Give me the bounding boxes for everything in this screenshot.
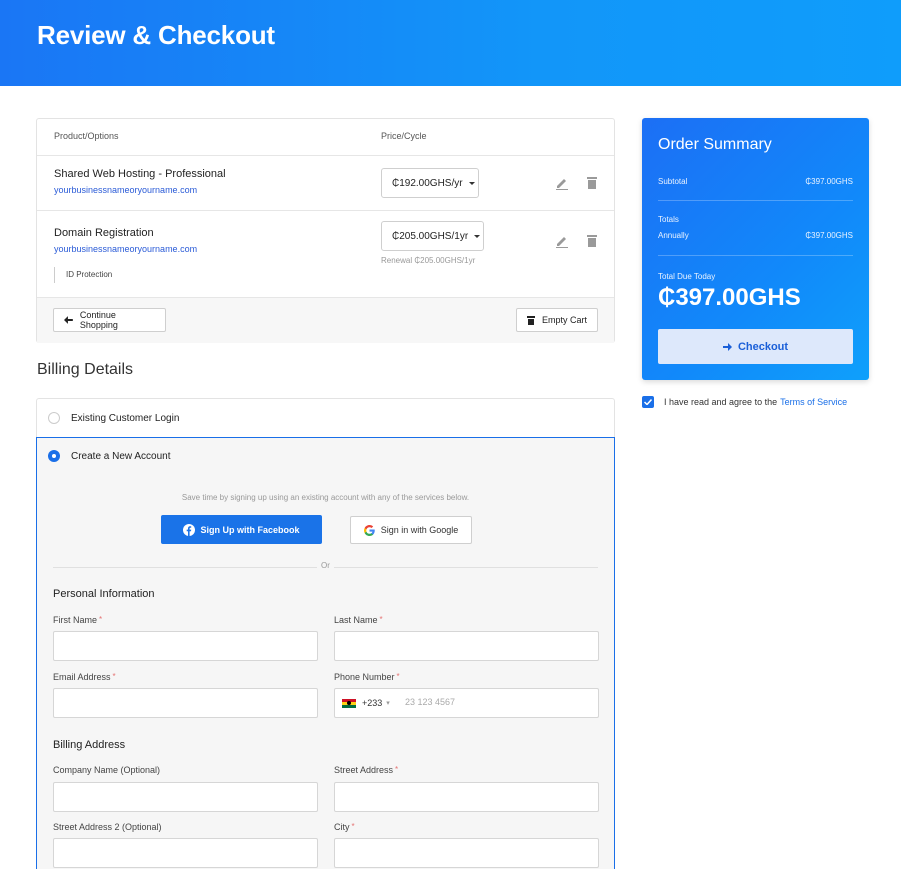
renewal-price: Renewal ₵205.00GHS/1yr <box>381 256 476 265</box>
product-domain: yourbusinessnameoryourname.com <box>54 185 198 195</box>
divider <box>658 255 853 256</box>
product-name: Shared Web Hosting - Professional <box>54 168 226 180</box>
terms-text: I have read and agree to the <box>664 397 778 407</box>
divider <box>37 155 614 156</box>
order-summary: Order Summary Subtotal ₵397.00GHS Totals… <box>642 118 869 380</box>
annually-value: ₵397.00GHS <box>805 231 853 240</box>
divider <box>37 210 614 211</box>
google-icon <box>363 524 375 536</box>
social-signup-hint: Save time by signing up using an existin… <box>181 493 470 502</box>
personal-information-title: Personal Information <box>53 588 155 600</box>
checkout-label: Checkout <box>737 340 789 353</box>
company-name-input[interactable] <box>53 782 318 812</box>
continue-shopping-label: Continue Shopping <box>79 310 118 330</box>
email-label: Email Address * <box>53 672 116 682</box>
addon-item: ID Protection <box>54 267 112 283</box>
first-name-input[interactable] <box>53 631 318 661</box>
empty-cart-button[interactable]: Empty Cart <box>516 308 598 332</box>
last-name-label: Last Name * <box>334 615 383 625</box>
country-code-select[interactable]: +233 ▾ <box>342 689 390 717</box>
country-code: +233 <box>362 698 383 708</box>
street-address-input[interactable] <box>334 782 599 812</box>
billing-cycle-value: ₵205.00GHS/1yr <box>392 230 469 242</box>
cart-footer: Continue Shopping Empty Cart <box>37 297 614 343</box>
column-header-price: Price/Cycle <box>381 131 427 141</box>
billing-cycle-select[interactable]: ₵205.00GHS/1yr <box>381 221 484 251</box>
google-signin-label: Sign in with Google <box>380 525 459 535</box>
existing-customer-label: Existing Customer Login <box>71 413 180 424</box>
facebook-signup-button[interactable]: Sign Up with Facebook <box>161 515 322 544</box>
city-label: City * <box>334 822 355 832</box>
checkout-button[interactable]: Checkout <box>658 329 853 364</box>
subtotal-label: Subtotal <box>658 177 688 186</box>
order-summary-title: Order Summary <box>658 136 772 153</box>
email-input[interactable] <box>53 688 318 718</box>
caret-down-icon <box>474 234 481 238</box>
last-name-input[interactable] <box>334 631 599 661</box>
street-address-2-input[interactable] <box>53 838 318 868</box>
facebook-icon <box>183 523 196 536</box>
street-address-label: Street Address * <box>334 765 399 775</box>
phone-label: Phone Number * <box>334 672 400 682</box>
new-account-radio[interactable] <box>48 450 60 462</box>
caret-down-icon: ▾ <box>386 700 390 707</box>
annually-label: Annually <box>658 231 689 240</box>
total-due-label: Total Due Today <box>658 272 716 281</box>
totals-label: Totals <box>658 215 679 224</box>
facebook-signup-label: Sign Up with Facebook <box>200 524 300 535</box>
continue-shopping-button[interactable]: Continue Shopping <box>53 308 166 332</box>
edit-icon[interactable] <box>555 234 569 248</box>
product-domain: yourbusinessnameoryourname.com <box>54 244 198 254</box>
existing-customer-option[interactable]: Existing Customer Login <box>36 398 615 437</box>
ghana-flag-icon <box>342 698 356 708</box>
page-title: Review & Checkout <box>37 20 275 50</box>
street-address-2-label: Street Address 2 (Optional) <box>53 822 162 832</box>
trash-icon[interactable] <box>585 176 599 190</box>
phone-input[interactable]: +233 ▾ 23 123 4567 <box>334 688 599 718</box>
total-due-value: ₵397.00GHS <box>658 284 801 311</box>
billing-cycle-select[interactable]: ₵192.00GHS/yr <box>381 168 479 198</box>
new-account-panel: Create a New Account Save time by signin… <box>36 437 615 869</box>
divider <box>658 200 853 201</box>
column-header-product: Product/Options <box>54 131 119 141</box>
terms-agreement: I have read and agree to the Terms of Se… <box>642 396 847 408</box>
trash-icon <box>527 315 535 325</box>
billing-details-title: Billing Details <box>37 361 134 378</box>
billing-address-title: Billing Address <box>53 739 126 751</box>
terms-of-service-link[interactable]: Terms of Service <box>780 397 847 407</box>
or-separator: Or <box>317 561 334 570</box>
first-name-label: First Name * <box>53 615 103 625</box>
arrow-right-icon <box>722 342 732 351</box>
radio-dot <box>52 454 56 458</box>
page-header: Review & Checkout <box>0 0 901 86</box>
trash-icon[interactable] <box>585 234 599 248</box>
company-name-label: Company Name (Optional) <box>53 765 161 775</box>
product-name: Domain Registration <box>54 227 154 239</box>
check-icon <box>644 399 652 405</box>
new-account-label: Create a New Account <box>71 451 171 462</box>
existing-customer-radio[interactable] <box>48 412 60 424</box>
cart-table: Product/Options Price/Cycle Shared Web H… <box>36 118 615 343</box>
billing-cycle-value: ₵192.00GHS/yr <box>392 177 463 189</box>
terms-checkbox[interactable] <box>642 396 654 408</box>
edit-icon[interactable] <box>555 176 569 190</box>
caret-down-icon <box>468 181 475 185</box>
subtotal-value: ₵397.00GHS <box>805 177 853 186</box>
city-input[interactable] <box>334 838 599 868</box>
phone-placeholder: 23 123 4567 <box>405 697 456 707</box>
arrow-left-icon <box>64 316 73 324</box>
google-signin-button[interactable]: Sign in with Google <box>350 516 472 544</box>
empty-cart-label: Empty Cart <box>542 315 588 325</box>
